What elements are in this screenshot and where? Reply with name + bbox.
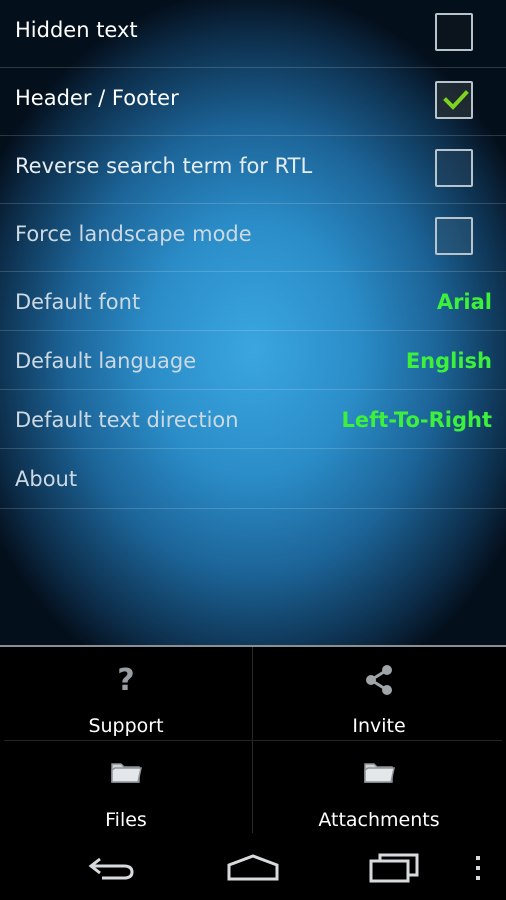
support-button[interactable]: ? Support xyxy=(0,647,252,740)
checkmark-icon xyxy=(443,90,469,110)
setting-label: Force landscape mode xyxy=(15,222,252,246)
setting-value: English xyxy=(405,349,492,373)
files-button[interactable]: Files xyxy=(0,741,252,834)
panel-divider-horizontal xyxy=(4,740,502,741)
question-icon: ? xyxy=(117,663,135,698)
hidden-text-checkbox[interactable] xyxy=(435,13,473,51)
force-landscape-checkbox[interactable] xyxy=(435,217,473,255)
setting-default-font[interactable]: Default font Arial xyxy=(0,272,506,331)
setting-label: Default language xyxy=(15,349,197,373)
setting-header-footer[interactable]: Header / Footer xyxy=(0,68,506,136)
files-label: Files xyxy=(105,809,147,831)
support-label: Support xyxy=(88,715,164,737)
setting-label: Hidden text xyxy=(15,18,138,42)
share-icon xyxy=(253,663,505,697)
navigation-bar xyxy=(0,833,506,900)
attachments-button[interactable]: Attachments xyxy=(253,741,505,834)
setting-value: Left-To-Right xyxy=(341,408,493,432)
recents-button[interactable] xyxy=(350,833,440,900)
attachments-label: Attachments xyxy=(318,809,440,831)
action-panel: ? Support Invite Files Attachments xyxy=(0,645,506,833)
header-footer-checkbox[interactable] xyxy=(435,81,473,119)
recents-icon xyxy=(369,853,419,883)
reverse-search-checkbox[interactable] xyxy=(435,149,473,187)
invite-label: Invite xyxy=(352,715,406,737)
setting-default-text-direction[interactable]: Default text direction Left-To-Right xyxy=(0,390,506,449)
invite-button[interactable]: Invite xyxy=(253,647,505,740)
setting-label: Reverse search term for RTL xyxy=(15,154,313,178)
overflow-menu-button[interactable] xyxy=(465,833,495,900)
back-icon xyxy=(88,857,134,880)
setting-force-landscape[interactable]: Force landscape mode xyxy=(0,204,506,272)
setting-label: Default text direction xyxy=(15,408,239,432)
overflow-menu-icon xyxy=(476,856,480,880)
home-button[interactable] xyxy=(210,833,300,900)
setting-label: Default font xyxy=(15,290,141,314)
settings-list: Hidden text Header / Footer Reverse sear… xyxy=(0,0,506,645)
setting-about[interactable]: About xyxy=(0,449,506,509)
folder-icon xyxy=(253,757,505,791)
setting-hidden-text[interactable]: Hidden text xyxy=(0,0,506,68)
setting-value: Arial xyxy=(436,290,492,314)
setting-label: About xyxy=(15,467,78,491)
back-button[interactable] xyxy=(70,833,160,900)
setting-reverse-search[interactable]: Reverse search term for RTL xyxy=(0,136,506,204)
folder-icon xyxy=(0,757,252,791)
setting-default-language[interactable]: Default language English xyxy=(0,331,506,390)
home-icon xyxy=(227,854,279,881)
setting-label: Header / Footer xyxy=(15,86,179,110)
